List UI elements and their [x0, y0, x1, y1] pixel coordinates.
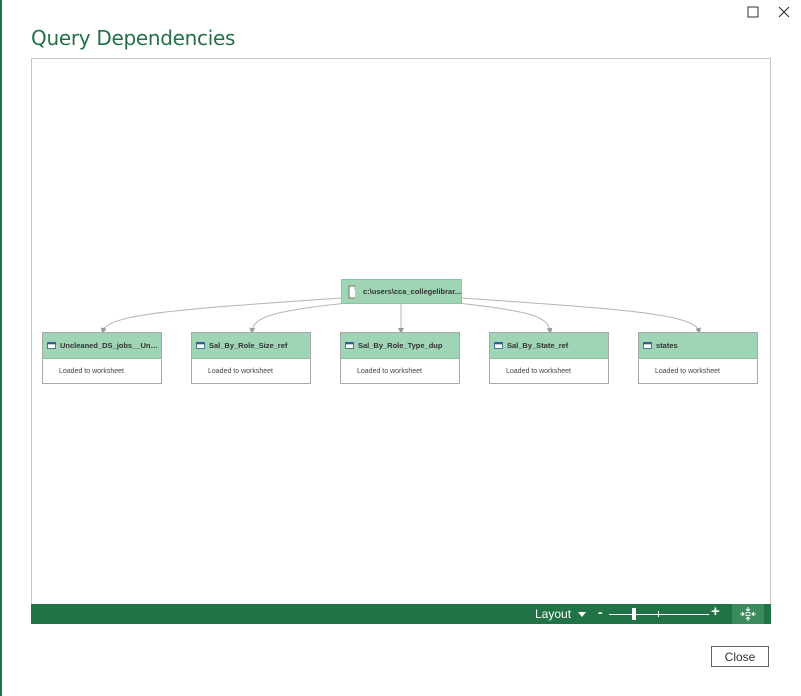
source-node-label: c:\users\cca_collegelibrar...	[363, 287, 461, 296]
query-node-header: Sal_By_Role_Size_ref	[192, 333, 310, 359]
query-node-header: Uncleaned_DS_jobs__Uncle...	[43, 333, 161, 359]
query-node-sal-by-state-ref[interactable]: Sal_By_State_ref Loaded to worksheet	[489, 332, 609, 384]
query-node-label: states	[656, 341, 678, 350]
window-left-border	[0, 0, 2, 696]
query-node-sal-by-role-type-dup[interactable]: Sal_By_Role_Type_dup Loaded to worksheet	[340, 332, 460, 384]
maximize-button[interactable]	[742, 2, 764, 22]
table-icon	[643, 342, 652, 349]
query-node-status: Loaded to worksheet	[506, 367, 571, 375]
close-button[interactable]: Close	[711, 646, 769, 667]
query-node-label: Uncleaned_DS_jobs__Uncle...	[60, 341, 160, 350]
edge	[100, 297, 342, 334]
query-node-status: Loaded to worksheet	[655, 367, 720, 375]
query-node-status: Loaded to worksheet	[208, 367, 273, 375]
query-node-status: Loaded to worksheet	[59, 367, 124, 375]
zoom-slider-thumb[interactable]	[632, 608, 636, 620]
query-node-uncleaned-ds-jobs[interactable]: Uncleaned_DS_jobs__Uncle... Loaded to wo…	[42, 332, 162, 384]
query-node-header: Sal_By_Role_Type_dup	[341, 333, 459, 359]
query-node-status: Loaded to worksheet	[357, 367, 422, 375]
zoom-in-button[interactable]: +	[711, 603, 720, 620]
edge	[461, 297, 702, 334]
file-icon	[348, 285, 356, 298]
chevron-down-icon[interactable]	[576, 608, 588, 620]
table-icon	[494, 342, 503, 349]
fit-to-screen-icon	[740, 607, 756, 621]
query-node-header: states	[639, 333, 757, 359]
query-node-header: Sal_By_State_ref	[490, 333, 608, 359]
dialog-title: Query Dependencies	[31, 26, 236, 50]
fit-to-screen-button[interactable]	[732, 604, 764, 624]
graph-toolbar: Layout - +	[31, 603, 771, 624]
table-icon	[47, 342, 56, 349]
edge	[249, 302, 348, 334]
query-node-sal-by-role-size-ref[interactable]: Sal_By_Role_Size_ref Loaded to worksheet	[191, 332, 311, 384]
window-close-button[interactable]	[773, 2, 795, 22]
query-node-label: Sal_By_State_ref	[507, 341, 569, 350]
table-icon	[196, 342, 205, 349]
source-node[interactable]: c:\users\cca_collegelibrar...	[341, 279, 462, 304]
query-node-states[interactable]: states Loaded to worksheet	[638, 332, 758, 384]
maximize-icon	[747, 6, 759, 18]
table-icon	[345, 342, 354, 349]
zoom-out-button[interactable]: -	[598, 604, 603, 620]
close-icon	[778, 6, 790, 18]
query-node-label: Sal_By_Role_Type_dup	[358, 341, 443, 350]
zoom-slider-tick	[658, 611, 659, 617]
zoom-slider-track[interactable]	[609, 614, 709, 615]
layout-dropdown[interactable]: Layout	[535, 607, 571, 621]
dependency-canvas[interactable]: c:\users\cca_collegelibrar... Uncleaned_…	[31, 58, 771, 606]
query-node-label: Sal_By_Role_Size_ref	[209, 341, 288, 350]
edge	[456, 302, 553, 334]
